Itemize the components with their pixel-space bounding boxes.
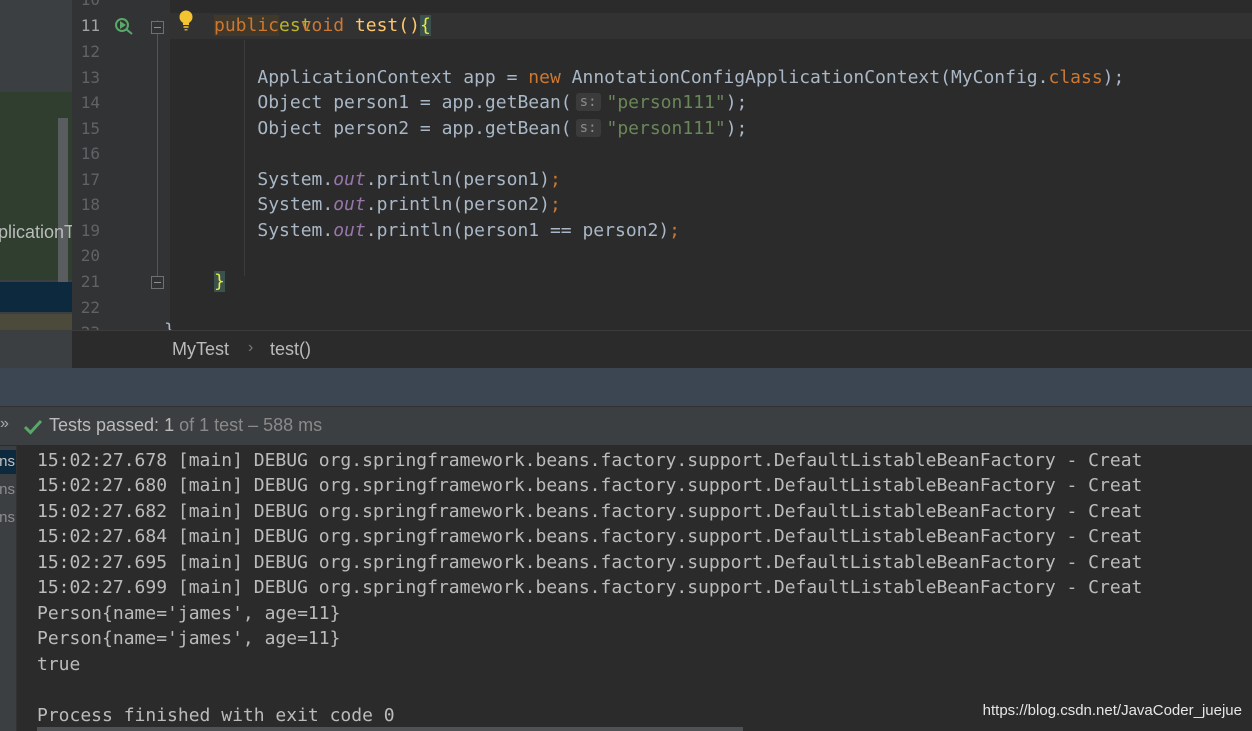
test-status-bar: » Tests passed: 1 of 1 test – 588 ms (0, 406, 1252, 446)
code-text: System. (257, 194, 334, 215)
code-line-17: System.out.println(person1); (214, 167, 561, 193)
code-text: Object person1 = app.getBean( (257, 92, 572, 113)
string-literal: "person111" (606, 92, 726, 113)
param-hint: s: (575, 93, 601, 111)
project-panel: plicationT (0, 0, 72, 340)
lightbulb-icon[interactable] (178, 9, 194, 33)
code-text: ); (725, 92, 748, 113)
line-number: 20 (80, 246, 100, 265)
keyword-class: class (1048, 67, 1103, 88)
semicolon: ; (669, 220, 681, 241)
code-text: System. (257, 220, 334, 241)
string-literal: "person111" (606, 118, 726, 139)
code-line-21: } (214, 269, 225, 295)
console-line: 15:02:27.678 [main] DEBUG org.springfram… (37, 450, 1143, 471)
code-line-11: public void test(){ (214, 13, 431, 39)
console-output[interactable]: 15:02:27.678 [main] DEBUG org.springfram… (17, 446, 1252, 731)
console-line: 15:02:27.680 [main] DEBUG org.springfram… (37, 475, 1143, 496)
test-tree-item[interactable]: ns (0, 478, 16, 502)
code-text: AnnotationConfigApplicationContext(MyCon… (560, 67, 1049, 88)
fold-icon[interactable] (151, 276, 164, 289)
code-editor[interactable]: 10 11 12 13 14 15 16 17 18 19 20 21 22 2… (72, 0, 1252, 330)
line-number: 19 (80, 221, 100, 240)
static-field-out: out (333, 194, 366, 215)
test-status-label: Tests passed: (49, 415, 165, 435)
static-field-out: out (333, 169, 366, 190)
code-text: .println(person1 == person2) (365, 220, 670, 241)
line-number: 11 (80, 16, 100, 35)
line-number: 10 (72, 0, 100, 13)
keyword-void: void (300, 15, 345, 36)
line-number: 14 (80, 93, 100, 112)
test-status-text: Tests passed: 1 of 1 test – 588 ms (49, 415, 322, 436)
console-line: 15:02:27.695 [main] DEBUG org.springfram… (37, 552, 1143, 573)
test-tree-panel: ns ns ns (0, 446, 17, 731)
breadcrumb-method[interactable]: test() (270, 339, 311, 360)
test-tree-item[interactable]: ns (0, 506, 16, 530)
console-line: 15:02:27.699 [main] DEBUG org.springfram… (37, 577, 1143, 598)
project-scrollbar[interactable] (58, 118, 68, 283)
line-number: 22 (80, 298, 100, 317)
code-text: .println(person2) (365, 194, 550, 215)
code-text: ); (1102, 67, 1125, 88)
line-number: 21 (80, 272, 100, 291)
code-line-10: @Test (214, 0, 311, 36)
method-parens: () (398, 15, 420, 36)
console-horizontal-scrollbar[interactable] (37, 727, 743, 731)
code-text: Object person2 = app.getBean( (257, 118, 572, 139)
console-line: true (37, 654, 81, 675)
line-number: 13 (80, 68, 100, 87)
code-line-14: Object person1 = app.getBean(s: "person11… (214, 90, 747, 116)
semicolon: ; (549, 194, 561, 215)
semicolon: ; (549, 169, 561, 190)
check-icon (24, 419, 42, 435)
param-hint: s: (575, 119, 601, 137)
line-number: 18 (80, 195, 100, 214)
test-duration: – 588 ms (243, 415, 323, 435)
close-brace: } (214, 271, 225, 292)
test-tree-item[interactable]: ns (0, 450, 16, 474)
chevron-right-icon: › (248, 339, 254, 356)
code-line-13: ApplicationContext app = new AnnotationC… (214, 65, 1124, 91)
project-selected-row[interactable] (0, 282, 72, 312)
code-text: ); (725, 118, 748, 139)
tests-passed-count: 1 (164, 415, 175, 435)
run-test-icon[interactable] (114, 16, 134, 36)
project-file-label[interactable]: plicationT (0, 222, 72, 243)
code-line-18: System.out.println(person2); (214, 192, 561, 218)
code-line-19: System.out.println(person1 == person2); (214, 218, 680, 244)
code-text: ApplicationContext app = (257, 67, 529, 88)
method-name: test (354, 15, 399, 36)
console-line: 15:02:27.684 [main] DEBUG org.springfram… (37, 526, 1143, 547)
expand-chevron-icon[interactable]: » (0, 415, 9, 433)
gutter-fold-line (157, 20, 158, 282)
watermark: https://blog.csdn.net/JavaCoder_juejue (982, 702, 1242, 719)
open-brace: { (419, 15, 431, 36)
breadcrumb-class[interactable]: MyTest (172, 339, 229, 360)
code-text: .println(person1) (365, 169, 550, 190)
project-panel-footer (0, 330, 72, 368)
close-brace: } (164, 320, 175, 330)
static-field-out: out (333, 220, 366, 241)
line-number: 12 (80, 42, 100, 61)
line-number: 16 (80, 144, 100, 163)
line-number: 15 (80, 119, 100, 138)
breadcrumb: MyTest › test() (72, 330, 1252, 368)
line-number: 17 (80, 170, 100, 189)
keyword-new: new (528, 67, 561, 88)
editor-gutter: 10 11 12 13 14 15 16 17 18 19 20 21 22 2… (72, 0, 170, 330)
code-text: System. (257, 169, 334, 190)
fold-icon[interactable] (151, 21, 164, 34)
line-number: 23 (72, 320, 100, 330)
console-line: Process finished with exit code 0 (37, 705, 395, 726)
code-line-23: } (164, 318, 175, 330)
code-line-15: Object person2 = app.getBean(s: "person11… (214, 116, 747, 142)
console-line: Person{name='james', age=11} (37, 628, 341, 649)
keyword-public: public (214, 15, 280, 36)
run-tool-window-header (0, 368, 1252, 406)
console-line: Person{name='james', age=11} (37, 603, 341, 624)
tests-total: of 1 test (174, 415, 244, 435)
console-line: 15:02:27.682 [main] DEBUG org.springfram… (37, 501, 1143, 522)
